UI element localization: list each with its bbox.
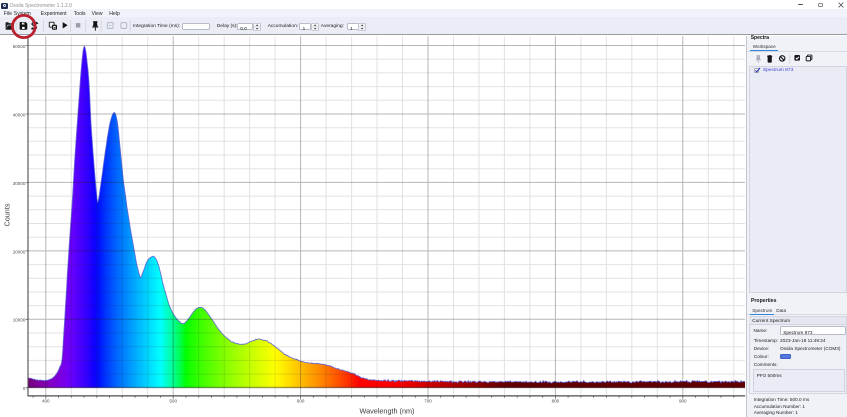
svg-text:10000: 10000	[13, 318, 26, 323]
svg-text:700: 700	[424, 399, 432, 404]
svg-text:800: 800	[552, 399, 560, 404]
svg-text:0: 0	[23, 386, 26, 391]
svg-text:400: 400	[42, 399, 50, 404]
svg-text:Counts: Counts	[2, 203, 11, 226]
svg-text:30000: 30000	[13, 181, 26, 186]
svg-text:20000: 20000	[13, 249, 26, 254]
svg-text:40000: 40000	[13, 112, 26, 117]
svg-text:900: 900	[679, 399, 687, 404]
svg-text:Wavelength (nm): Wavelength (nm)	[360, 406, 415, 415]
svg-text:600: 600	[297, 399, 305, 404]
svg-text:500: 500	[169, 399, 177, 404]
